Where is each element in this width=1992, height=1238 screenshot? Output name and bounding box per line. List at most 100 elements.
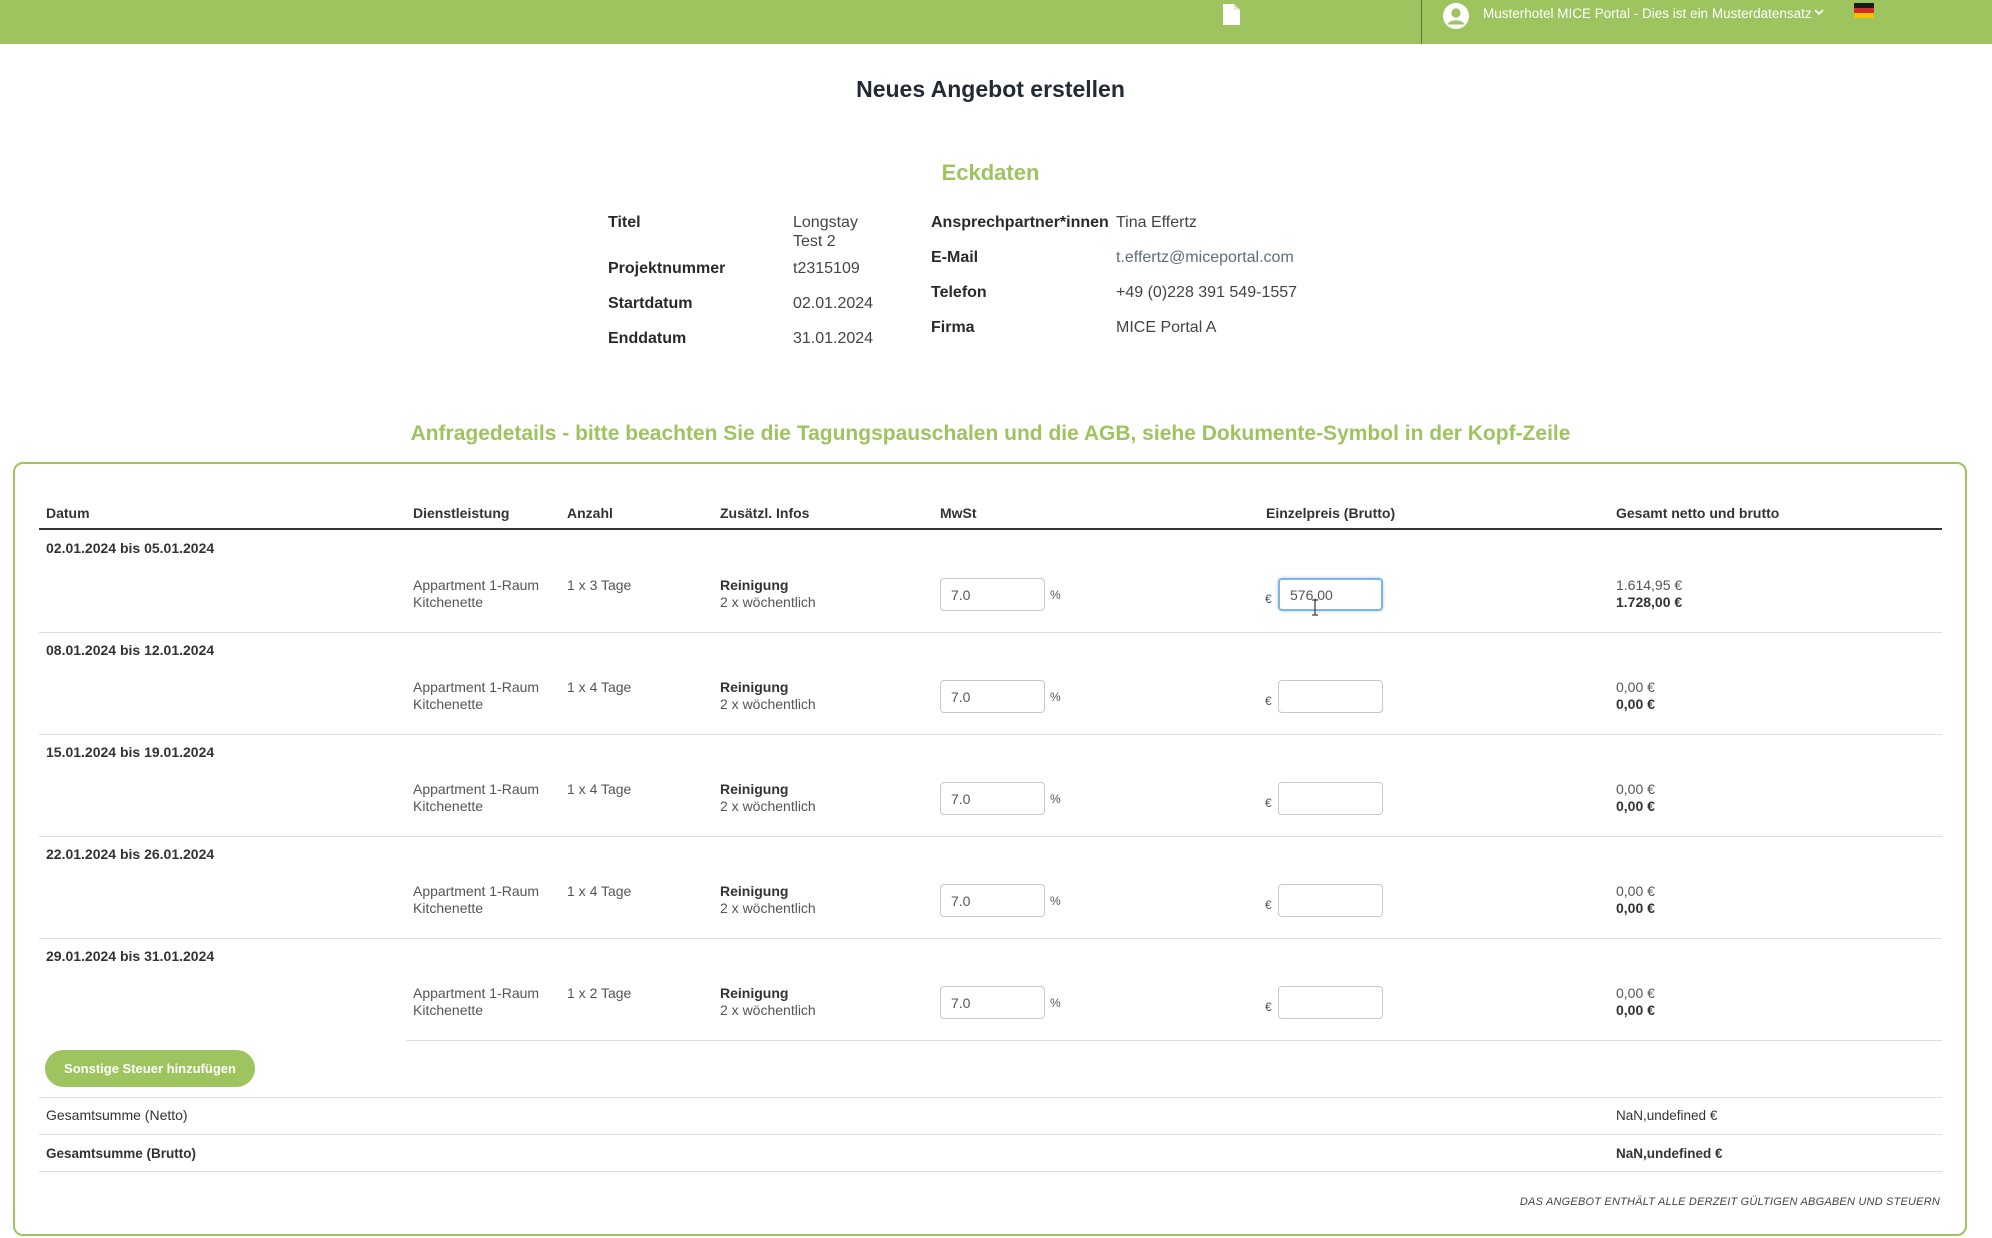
telefon-value: +49 (0)228 391 549-1557 xyxy=(1116,284,1298,301)
row-service: Appartment 1-Raum xyxy=(413,883,540,899)
row-total-net: 0,00 € xyxy=(1616,883,1655,899)
vat-input[interactable] xyxy=(940,782,1045,815)
percent-unit: % xyxy=(1050,996,1061,1010)
unit-price-input[interactable] xyxy=(1278,578,1383,611)
row-divider xyxy=(39,938,1942,939)
row-divider xyxy=(39,836,1942,837)
vat-input[interactable] xyxy=(940,986,1045,1019)
row-count: 1 x 2 Tage xyxy=(567,985,632,1001)
col-header-mwst: MwSt xyxy=(940,505,977,521)
unit-price-input[interactable] xyxy=(1278,986,1383,1019)
row-service-detail: Kitchenette xyxy=(413,1002,484,1018)
document-icon[interactable] xyxy=(1222,4,1240,25)
row-count: 1 x 4 Tage xyxy=(567,679,632,695)
row-total-gross: 0,00 € xyxy=(1616,696,1655,712)
tax-footnote: Das Angebot enthält alle derzeit gültige… xyxy=(1519,1196,1940,1208)
ansprechpartner-label: Ansprechpartner*innen xyxy=(931,214,1109,231)
row-divider xyxy=(39,632,1942,633)
row-info-title: Reinigung xyxy=(720,985,789,1001)
col-header-infos: Zusätzl. Infos xyxy=(720,505,810,521)
flag-de-icon[interactable] xyxy=(1854,3,1874,18)
unit-price-input[interactable] xyxy=(1278,884,1383,917)
currency-unit: € xyxy=(1265,592,1272,606)
currency-unit: € xyxy=(1265,1000,1272,1014)
email-label: E-Mail xyxy=(931,249,979,266)
row-service: Appartment 1-Raum xyxy=(413,577,540,593)
firma-label: Firma xyxy=(931,319,975,336)
titel-label: Titel xyxy=(608,214,641,231)
telefon-label: Telefon xyxy=(931,284,987,301)
enddatum-label: Enddatum xyxy=(608,330,687,347)
unit-price-input[interactable] xyxy=(1278,680,1383,713)
row-total-net: 0,00 € xyxy=(1616,985,1655,1001)
percent-unit: % xyxy=(1050,792,1061,806)
row-total-net: 0,00 € xyxy=(1616,781,1655,797)
chevron-down-icon[interactable] xyxy=(1813,6,1825,18)
row-date: 08.01.2024 bis 12.01.2024 xyxy=(46,642,215,658)
firma-value: MICE Portal A xyxy=(1116,319,1217,336)
row-info-detail: 2 x wöchentlich xyxy=(720,900,816,916)
row-date: 29.01.2024 bis 31.01.2024 xyxy=(46,948,215,964)
currency-unit: € xyxy=(1265,694,1272,708)
totals-divider xyxy=(39,1134,1942,1135)
header-divider xyxy=(1421,0,1422,44)
user-circle-icon[interactable] xyxy=(1442,2,1470,30)
row-total-gross: 0,00 € xyxy=(1616,900,1655,916)
col-header-einzelpreis: Einzelpreis (Brutto) xyxy=(1266,505,1396,521)
startdatum-value: 02.01.2024 xyxy=(793,295,874,312)
enddatum-value: 31.01.2024 xyxy=(793,330,874,347)
vat-input[interactable] xyxy=(940,884,1045,917)
percent-unit: % xyxy=(1050,894,1061,908)
row-info-title: Reinigung xyxy=(720,883,789,899)
page-title: Neues Angebot erstellen xyxy=(856,76,1125,102)
row-total-net: 1.614,95 € xyxy=(1616,577,1683,593)
account-label[interactable]: Musterhotel MICE Portal - Dies ist ein M… xyxy=(1483,6,1812,22)
row-divider xyxy=(39,734,1942,735)
row-total-gross: 0,00 € xyxy=(1616,1002,1655,1018)
row-service-detail: Kitchenette xyxy=(413,594,484,610)
row-info-detail: 2 x wöchentlich xyxy=(720,1002,816,1018)
row-info-detail: 2 x wöchentlich xyxy=(720,798,816,814)
row-info-title: Reinigung xyxy=(720,577,789,593)
row-service-detail: Kitchenette xyxy=(413,696,484,712)
row-total-gross: 0,00 € xyxy=(1616,798,1655,814)
email-link[interactable]: t.effertz@miceportal.com xyxy=(1116,248,1294,267)
unit-price-input[interactable] xyxy=(1278,782,1383,815)
projektnummer-value: t2315109 xyxy=(793,260,860,277)
row-count: 1 x 4 Tage xyxy=(567,883,632,899)
text-cursor-icon xyxy=(1312,599,1318,616)
anfragedetails-heading: Anfragedetails - bitte beachten Sie die … xyxy=(410,422,1571,445)
add-other-tax-button[interactable]: Sonstige Steuer hinzufügen xyxy=(45,1050,255,1087)
top-header-bar: Musterhotel MICE Portal - Dies ist ein M… xyxy=(0,0,1992,44)
table-header-rule xyxy=(39,528,1942,530)
percent-unit: % xyxy=(1050,690,1061,704)
vat-input[interactable] xyxy=(940,680,1045,713)
total-gross-label: Gesamtsumme (Brutto) xyxy=(46,1146,197,1161)
row-count: 1 x 4 Tage xyxy=(567,781,632,797)
row-service: Appartment 1-Raum xyxy=(413,679,540,695)
row-divider xyxy=(406,1040,1942,1041)
row-date: 15.01.2024 bis 19.01.2024 xyxy=(46,744,215,760)
row-service-detail: Kitchenette xyxy=(413,798,484,814)
total-net-value: NaN,undefined € xyxy=(1616,1108,1718,1123)
currency-unit: € xyxy=(1265,796,1272,810)
percent-unit: % xyxy=(1050,588,1061,602)
ansprechpartner-value: Tina Effertz xyxy=(1116,214,1197,231)
row-service: Appartment 1-Raum xyxy=(413,781,540,797)
row-total-net: 0,00 € xyxy=(1616,679,1655,695)
total-net-label: Gesamtsumme (Netto) xyxy=(46,1107,188,1123)
total-gross-value: NaN,undefined € xyxy=(1616,1146,1723,1161)
col-header-datum: Datum xyxy=(46,505,90,521)
row-info-title: Reinigung xyxy=(720,781,789,797)
row-service-detail: Kitchenette xyxy=(413,900,484,916)
row-service: Appartment 1-Raum xyxy=(413,985,540,1001)
row-count: 1 x 3 Tage xyxy=(567,577,632,593)
totals-divider xyxy=(39,1097,1942,1098)
row-info-detail: 2 x wöchentlich xyxy=(720,594,816,610)
titel-value-line1: Longstay xyxy=(793,214,858,231)
row-total-gross: 1.728,00 € xyxy=(1616,594,1683,610)
eckdaten-heading: Eckdaten xyxy=(941,160,1040,185)
vat-input[interactable] xyxy=(940,578,1045,611)
row-info-detail: 2 x wöchentlich xyxy=(720,696,816,712)
row-date: 02.01.2024 bis 05.01.2024 xyxy=(46,540,215,556)
